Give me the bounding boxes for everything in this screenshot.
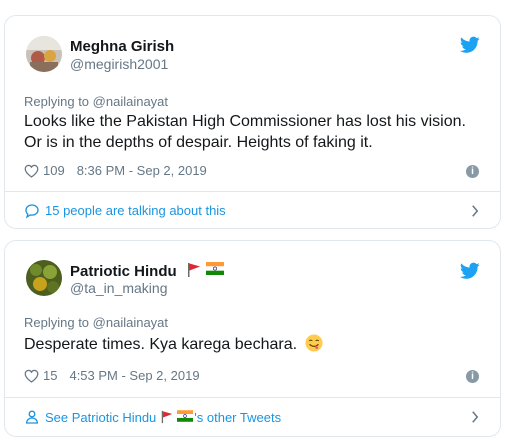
- heart-icon[interactable]: [24, 164, 39, 178]
- tweet-text-line: Looks like the Pakistan High Commissione…: [24, 113, 466, 130]
- mention-link[interactable]: @nailainayat: [93, 315, 168, 330]
- tweet-meta: 15 4:53 PM - Sep 2, 2019: [24, 368, 200, 383]
- replying-to: Replying to @nailainayat: [24, 94, 168, 109]
- like-count[interactable]: 109: [43, 163, 65, 178]
- tweet-text-line: Or is in the depths of despair. Heights …: [24, 134, 373, 151]
- india-flag-icon: [177, 410, 194, 422]
- avatar-image: [26, 36, 62, 72]
- info-icon[interactable]: i: [466, 165, 479, 178]
- twitter-bird-icon[interactable]: [460, 36, 480, 54]
- replying-to: Replying to @nailainayat: [24, 315, 168, 330]
- mention-link[interactable]: @nailainayat: [93, 94, 168, 109]
- avatar-image: [26, 260, 62, 296]
- replying-prefix: Replying to: [24, 315, 90, 330]
- conversation-link[interactable]: 15 people are talking about this: [5, 192, 500, 229]
- chevron-right-icon[interactable]: [470, 205, 480, 217]
- person-icon: [25, 410, 39, 424]
- heart-icon[interactable]: [24, 369, 39, 383]
- red-pennant-flag-icon: [187, 263, 200, 277]
- savoring-food-face-emoji: [305, 334, 324, 352]
- footer-suffix[interactable]: 's other Tweets: [194, 410, 281, 425]
- india-flag-icon: [205, 262, 224, 275]
- author-name-text[interactable]: Patriotic Hindu: [70, 263, 177, 280]
- timestamp[interactable]: 8:36 PM - Sep 2, 2019: [77, 163, 207, 178]
- footer-prefix[interactable]: See Patriotic Hindu: [45, 410, 156, 425]
- info-icon[interactable]: i: [466, 370, 479, 383]
- tweet-text: Looks like the Pakistan High Commissione…: [24, 111, 484, 153]
- author-name[interactable]: Meghna Girish: [70, 38, 174, 55]
- author-name[interactable]: Patriotic Hindu: [70, 262, 224, 280]
- tweet-meta: 109 8:36 PM - Sep 2, 2019: [24, 163, 207, 178]
- avatar[interactable]: [26, 260, 62, 296]
- footer-text[interactable]: 15 people are talking about this: [45, 203, 226, 218]
- speech-bubble-icon: [25, 203, 39, 218]
- red-pennant-flag-icon: [162, 410, 173, 424]
- tweet-card[interactable]: Meghna Girish @megirish2001 Replying to …: [4, 15, 501, 229]
- tweet-card[interactable]: Patriotic Hindu @ta_in_making Replying t…: [4, 240, 501, 437]
- timestamp[interactable]: 4:53 PM - Sep 2, 2019: [69, 368, 199, 383]
- tweet-text: Desperate times. Kya karega bechara.: [24, 334, 484, 355]
- like-count[interactable]: 15: [43, 368, 57, 383]
- author-handle[interactable]: @ta_in_making: [70, 280, 168, 296]
- replying-prefix: Replying to: [24, 94, 90, 109]
- other-tweets-link[interactable]: See Patriotic Hindu 's other Tweets: [5, 398, 500, 436]
- author-handle[interactable]: @megirish2001: [70, 56, 168, 72]
- name-flags: [186, 262, 224, 278]
- tweet-text-content: Desperate times. Kya karega bechara.: [24, 336, 298, 353]
- avatar[interactable]: [26, 36, 62, 72]
- chevron-right-icon[interactable]: [470, 411, 480, 423]
- twitter-bird-icon[interactable]: [460, 262, 480, 280]
- footer-flags: [160, 410, 194, 424]
